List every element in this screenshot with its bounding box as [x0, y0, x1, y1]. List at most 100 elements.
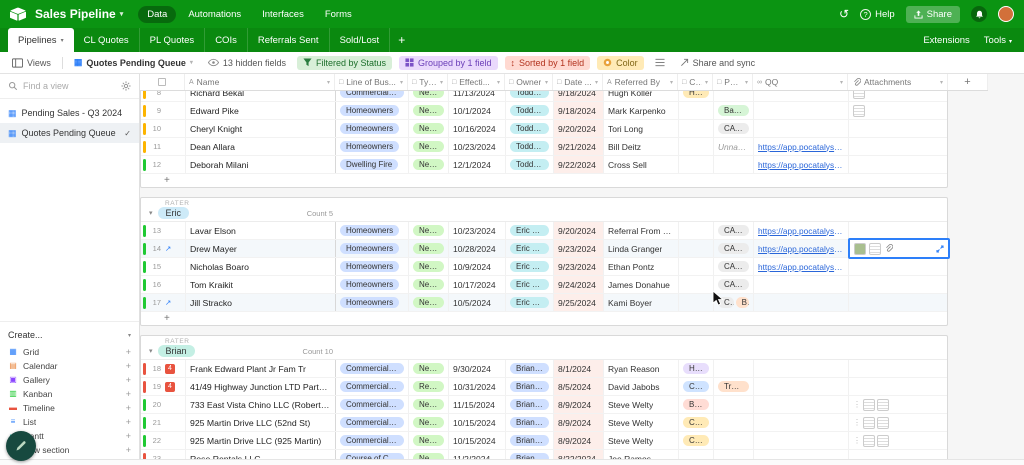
cell-qq[interactable] [754, 378, 849, 395]
row-number-cell[interactable]: 21 [141, 414, 186, 431]
cell-effective-date[interactable]: 10/5/2024 [449, 294, 506, 311]
cell-type[interactable]: New B... [409, 294, 449, 311]
cell-attachments[interactable] [849, 91, 949, 101]
cell-cl-carrier[interactable] [679, 240, 714, 257]
cell-referred-by[interactable]: David Jabobs [604, 378, 679, 395]
cell-referred-by[interactable]: Steve Welty [604, 414, 679, 431]
cell-effective-date[interactable]: 10/17/2024 [449, 276, 506, 293]
select-all-header[interactable] [140, 74, 185, 90]
column-header-lob[interactable]: □Line of Bus...▾ [335, 74, 408, 90]
table-tab-pl-quotes[interactable]: PL Quotes [140, 28, 206, 52]
row-number-cell[interactable]: 15 [141, 258, 186, 275]
table-row[interactable]: 184Frank Edward Plant Jr Fam TrCommercia… [141, 360, 947, 378]
cell-name[interactable]: Dean Allara [186, 138, 336, 155]
cell-type[interactable]: New B... [409, 360, 449, 377]
cell-pl-carrier[interactable]: CA Fair (Ind [714, 222, 754, 239]
cell-line-of-business[interactable]: Commercial Pa... [336, 360, 409, 377]
attachment-thumbnail[interactable] [853, 91, 865, 99]
select-all-checkbox[interactable] [158, 78, 166, 86]
cell-name[interactable]: Lavar Elson [186, 222, 336, 239]
cell-pl-carrier[interactable]: Bamboo (A [714, 102, 754, 119]
attachment-thumbnail[interactable] [863, 417, 875, 429]
cell-effective-date[interactable]: 10/28/2024 [449, 240, 506, 257]
cell-cl-carrier[interactable] [679, 294, 714, 311]
cell-pl-carrier[interactable] [714, 414, 754, 431]
cell-qq[interactable] [754, 276, 849, 293]
bottom-scrollbar-track[interactable] [0, 459, 1024, 465]
cell-type[interactable]: New B... [409, 276, 449, 293]
cell-qq[interactable] [754, 432, 849, 449]
table-row[interactable]: 13Lavar ElsonHomeownersNew B...10/23/202… [141, 222, 947, 240]
column-header-ref[interactable]: AReferred By▾ [603, 74, 678, 90]
table-row[interactable]: 22925 Martin Drive LLC (925 Martin)Comme… [141, 432, 947, 450]
cell-type[interactable]: New B... [409, 156, 449, 173]
cell-owner[interactable]: Eric Dizon [506, 222, 554, 239]
plus-icon[interactable]: + [126, 361, 131, 371]
qq-link[interactable]: https://app.pocatalyst.com... [758, 262, 844, 272]
cell-attachments[interactable]: ⋮ [849, 396, 949, 413]
add-table-button[interactable]: + [390, 28, 413, 52]
cell-date[interactable]: 8/1/2024 [554, 360, 604, 377]
cell-qq[interactable] [754, 102, 849, 119]
qq-link[interactable]: https://app.pocatalyst.com... [758, 226, 844, 236]
cell-date[interactable]: 9/20/2024 [554, 222, 604, 239]
cell-pl-carrier[interactable] [714, 432, 754, 449]
cell-date[interactable]: 9/18/2024 [554, 102, 604, 119]
cell-cl-carrier[interactable]: Burns & Wi [679, 396, 714, 413]
cell-cl-carrier[interactable]: Cal Mutual [679, 432, 714, 449]
cell-line-of-business[interactable]: Commercial Pa... [336, 91, 409, 101]
cell-owner[interactable]: Todd Co... [506, 91, 554, 101]
cell-qq[interactable]: https://app.pocatalyst.com... [754, 156, 849, 173]
plus-icon[interactable]: + [126, 445, 131, 455]
plus-icon[interactable]: + [126, 403, 131, 413]
cell-owner[interactable]: Todd Co... [506, 138, 554, 155]
table-row[interactable]: 16Tom KraikitHomeownersNew B...10/17/202… [141, 276, 947, 294]
cell-date[interactable]: 9/25/2024 [554, 294, 604, 311]
cell-date[interactable]: 9/23/2024 [554, 258, 604, 275]
cell-owner[interactable]: Todd Co... [506, 120, 554, 137]
cell-attachments[interactable]: ⋮ [849, 414, 949, 431]
cell-attachments[interactable] [849, 222, 949, 239]
cell-type[interactable]: New B... [409, 102, 449, 119]
expand-record-icon[interactable]: ↗ [165, 244, 171, 253]
color-button[interactable]: Color [597, 56, 644, 70]
cell-cl-carrier[interactable]: Hinterland/ [679, 360, 714, 377]
table-tab-pipelines[interactable]: Pipelines▾ [8, 28, 74, 52]
cell-pl-carrier[interactable] [714, 360, 754, 377]
cell-name[interactable]: Tom Kraikit [186, 276, 336, 293]
cell-qq[interactable] [754, 294, 849, 311]
table-tab-cl-quotes[interactable]: CL Quotes [74, 28, 140, 52]
cell-cl-carrier[interactable]: Honeycomb [679, 91, 714, 101]
cell-type[interactable]: New B... [409, 138, 449, 155]
row-number-cell[interactable]: 12 [141, 156, 186, 173]
table-row[interactable]: 14↗Drew MayerHomeownersNew B...10/28/202… [141, 240, 947, 258]
attachment-thumbnail[interactable] [863, 435, 875, 447]
column-header-type[interactable]: □Typ...▾ [408, 74, 448, 90]
cell-attachments[interactable] [849, 102, 949, 119]
row-number-cell[interactable]: 20 [141, 396, 186, 413]
nav-tab-automations[interactable]: Automations [179, 6, 250, 23]
cell-attachments[interactable] [849, 258, 949, 275]
row-number-cell[interactable]: 13 [141, 222, 186, 239]
filter-button[interactable]: Filtered by Status [297, 56, 392, 70]
cell-cl-carrier[interactable] [679, 138, 714, 155]
cell-date[interactable]: 9/21/2024 [554, 138, 604, 155]
attachment-thumbnail[interactable] [869, 243, 881, 255]
cell-referred-by[interactable]: Steve Welty [604, 396, 679, 413]
cell-cl-carrier[interactable] [679, 276, 714, 293]
cell-attachments[interactable] [849, 156, 949, 173]
notifications-button[interactable] [971, 6, 987, 22]
cell-line-of-business[interactable]: Commercial Pa... [336, 378, 409, 395]
cell-cl-carrier[interactable] [679, 120, 714, 137]
group-button[interactable]: Grouped by 1 field [399, 56, 498, 70]
collapse-group-icon[interactable]: ▾ [149, 347, 153, 355]
cell-referred-by[interactable]: Ryan Reason [604, 360, 679, 377]
cell-effective-date[interactable]: 11/15/2024 [449, 396, 506, 413]
cell-referred-by[interactable]: Linda Granger [604, 240, 679, 257]
cell-type[interactable]: New B... [409, 414, 449, 431]
row-number-cell[interactable]: 9 [141, 102, 186, 119]
cell-referred-by[interactable]: James Donahue [604, 276, 679, 293]
row-number-cell[interactable]: 11 [141, 138, 186, 155]
cell-name[interactable]: Drew Mayer [186, 240, 336, 257]
column-header-date[interactable]: □Date ...▾ [553, 74, 603, 90]
